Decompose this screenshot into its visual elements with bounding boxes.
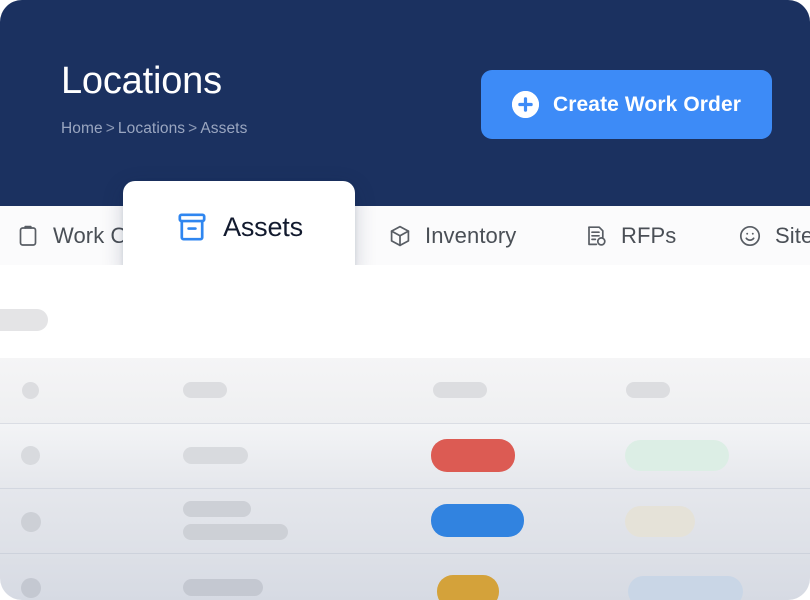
tab-inventory-label: Inventory xyxy=(425,223,516,249)
tab-assets-label: Assets xyxy=(223,212,303,243)
table-row[interactable] xyxy=(0,553,810,600)
tab-assets[interactable]: Assets xyxy=(123,181,355,273)
tab-site-label: Site xyxy=(775,223,810,249)
tab-work-orders[interactable]: Work O xyxy=(16,206,128,265)
skeleton-text-bar xyxy=(183,524,288,540)
tab-work-orders-label: Work O xyxy=(53,223,128,249)
create-work-order-button[interactable]: Create Work Order xyxy=(481,70,772,139)
tag-pill-mint[interactable] xyxy=(625,440,729,471)
smiley-face-icon xyxy=(738,224,762,248)
tab-inventory[interactable]: Inventory xyxy=(388,206,516,265)
skeleton-text-bar xyxy=(183,501,251,517)
tab-bar: Work O Inventory xyxy=(0,206,810,265)
breadcrumb-item-assets[interactable]: Assets xyxy=(200,120,247,137)
status-pill-blue[interactable] xyxy=(431,504,524,537)
tab-rfps[interactable]: RFPs xyxy=(584,206,676,265)
table-row[interactable] xyxy=(0,488,810,554)
skeleton-text-bar xyxy=(183,382,227,398)
skeleton-avatar xyxy=(22,382,39,399)
skeleton-text-bar xyxy=(626,382,670,398)
plus-circle-icon xyxy=(512,91,539,118)
create-work-order-label: Create Work Order xyxy=(553,93,741,117)
breadcrumb-item-locations[interactable]: Locations xyxy=(118,120,185,137)
status-pill-red[interactable] xyxy=(431,439,515,472)
content-toolbar xyxy=(0,265,810,358)
skeleton-avatar xyxy=(21,446,40,465)
table-row[interactable] xyxy=(0,358,810,423)
skeleton-avatar xyxy=(21,578,41,598)
skeleton-text-bar xyxy=(183,447,248,464)
page-header: Locations Home>Locations>Assets Create W… xyxy=(0,0,810,206)
tag-pill-light-blue[interactable] xyxy=(628,576,743,600)
breadcrumb-separator: > xyxy=(103,120,118,137)
app-window: Locations Home>Locations>Assets Create W… xyxy=(0,0,810,600)
tab-site[interactable]: Site xyxy=(738,206,810,265)
archive-box-icon xyxy=(175,210,209,244)
skeleton-avatar xyxy=(21,512,41,532)
page-title: Locations xyxy=(61,62,222,100)
skeleton-toolbar-placeholder xyxy=(0,309,48,331)
skeleton-text-bar xyxy=(183,579,263,596)
document-badge-icon xyxy=(584,224,608,248)
breadcrumb-item-home[interactable]: Home xyxy=(61,120,103,137)
skeleton-text-bar xyxy=(433,382,487,398)
tab-rfps-label: RFPs xyxy=(621,223,676,249)
clipboard-icon xyxy=(16,224,40,248)
package-box-icon xyxy=(388,224,412,248)
breadcrumb-separator: > xyxy=(185,120,200,137)
assets-table-skeleton xyxy=(0,358,810,600)
breadcrumb: Home>Locations>Assets xyxy=(61,120,247,138)
tag-pill-beige[interactable] xyxy=(625,506,695,537)
table-row[interactable] xyxy=(0,423,810,489)
status-pill-gold[interactable] xyxy=(437,575,499,600)
